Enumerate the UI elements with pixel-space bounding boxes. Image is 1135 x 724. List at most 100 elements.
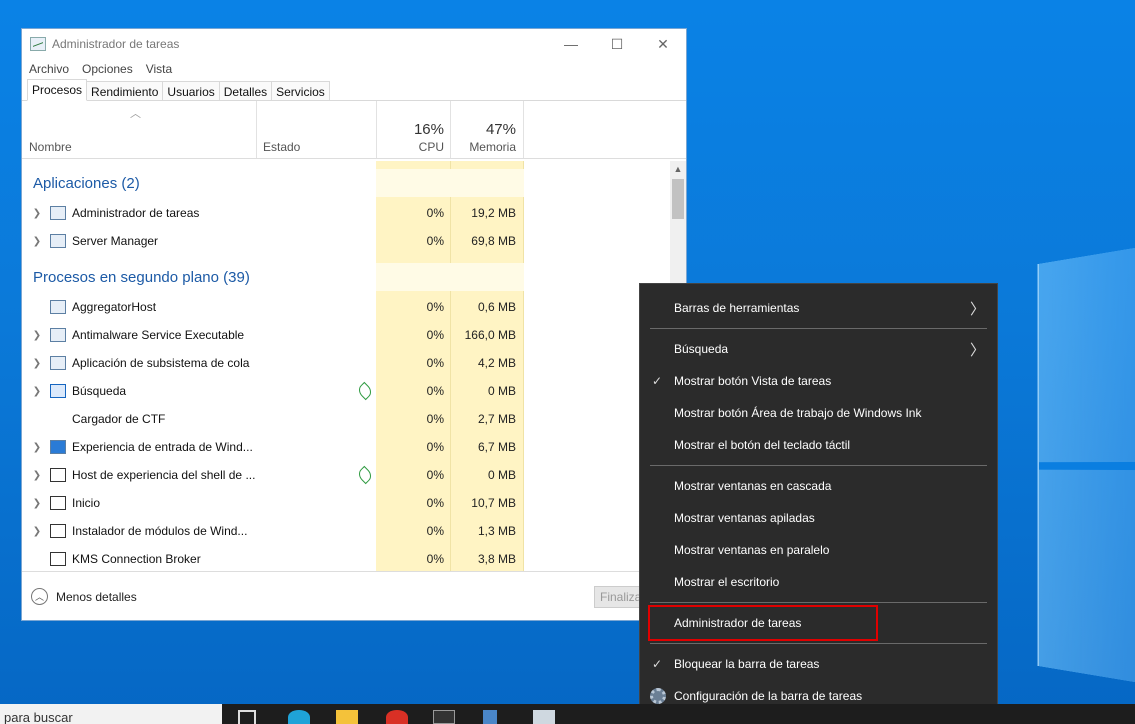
edge-icon[interactable] xyxy=(288,710,310,724)
expand-icon[interactable]: ❯ xyxy=(30,208,44,219)
menu-item-show-ink[interactable]: Mostrar botón Área de trabajo de Windows… xyxy=(640,397,997,429)
task-manager-icon xyxy=(30,37,46,51)
process-name: Host de experiencia del shell de ... xyxy=(72,468,255,482)
tab-servicios[interactable]: Servicios xyxy=(271,81,330,100)
printer-icon xyxy=(50,356,66,370)
table-row[interactable]: ❯ Instalador de módulos de Wind... 0% 1,… xyxy=(22,517,670,545)
process-window-icon xyxy=(50,552,66,566)
menu-vista[interactable]: Vista xyxy=(146,62,172,76)
tab-usuarios[interactable]: Usuarios xyxy=(162,81,219,100)
expand-icon[interactable]: ❯ xyxy=(30,498,44,509)
expand-icon[interactable]: ❯ xyxy=(30,330,44,341)
process-name: Administrador de tareas xyxy=(72,206,199,220)
expand-icon[interactable]: ❯ xyxy=(30,358,44,369)
menu-bar: Archivo Opciones Vista xyxy=(22,59,686,79)
table-row[interactable]: AggregatorHost 0% 0,6 MB xyxy=(22,293,670,321)
taskbar-search-box[interactable]: para buscar xyxy=(0,704,222,724)
table-row[interactable]: ❯ Búsqueda 0% 0 MB xyxy=(22,377,670,405)
maximize-button[interactable]: ☐ xyxy=(594,29,640,59)
chevron-right-icon: 〉 xyxy=(970,298,985,319)
title-bar[interactable]: Administrador de tareas — ☐ ✕ xyxy=(22,29,686,59)
column-header: ︿ Nombre Estado 16% CPU 47% Memoria xyxy=(22,101,686,159)
table-row[interactable]: ❯ Administrador de tareas 0% 19,2 MB xyxy=(22,199,670,227)
column-memory[interactable]: Memoria xyxy=(450,140,516,154)
pen-icon xyxy=(50,412,66,426)
process-cpu: 0% xyxy=(376,206,444,220)
menu-opciones[interactable]: Opciones xyxy=(82,62,133,76)
fewer-details-link[interactable]: Menos detalles xyxy=(56,590,137,604)
menu-item-label: Mostrar ventanas en cascada xyxy=(674,479,831,493)
menu-item-toolbars[interactable]: Barras de herramientas 〉 xyxy=(640,292,997,324)
cpu-total: 16% xyxy=(376,121,444,138)
table-row[interactable]: ❯ Inicio 0% 10,7 MB xyxy=(22,489,670,517)
menu-item-show-task-view[interactable]: ✓ Mostrar botón Vista de tareas xyxy=(640,365,997,397)
process-cpu: 0% xyxy=(376,468,444,482)
menu-item-search[interactable]: Búsqueda 〉 xyxy=(640,333,997,365)
menu-archivo[interactable]: Archivo xyxy=(29,62,69,76)
checkmark-icon: ✓ xyxy=(652,657,662,671)
task-view-icon[interactable] xyxy=(238,710,256,724)
minimize-button[interactable]: — xyxy=(548,29,594,59)
table-row[interactable]: ❯ Aplicación de subsistema de cola 0% 4,… xyxy=(22,349,670,377)
server-manager-icon[interactable] xyxy=(483,710,497,724)
table-row[interactable]: ❯ Host de experiencia del shell de ... 0… xyxy=(22,461,670,489)
column-cpu[interactable]: CPU xyxy=(376,140,444,154)
efficiency-leaf-icon xyxy=(356,466,374,484)
expand-icon[interactable]: ❯ xyxy=(30,442,44,453)
chevron-up-icon[interactable]: ︿ xyxy=(31,588,48,605)
menu-item-cascade[interactable]: Mostrar ventanas en cascada xyxy=(640,470,997,502)
menu-item-show-keyboard[interactable]: Mostrar el botón del teclado táctil xyxy=(640,429,997,461)
menu-item-label: Búsqueda xyxy=(674,342,728,356)
scroll-thumb[interactable] xyxy=(672,179,684,219)
close-button[interactable]: ✕ xyxy=(640,29,686,59)
tab-detalles[interactable]: Detalles xyxy=(219,81,272,100)
chrome-icon[interactable] xyxy=(386,710,408,724)
column-status[interactable]: Estado xyxy=(263,140,300,154)
process-name: Server Manager xyxy=(72,234,158,248)
process-name: AggregatorHost xyxy=(72,300,156,314)
group-apps[interactable]: Aplicaciones (2) xyxy=(22,169,670,197)
process-cpu: 0% xyxy=(376,496,444,510)
column-name[interactable]: Nombre xyxy=(29,140,72,154)
process-memory: 3,8 MB xyxy=(450,552,516,566)
sort-ascending-icon: ︿ xyxy=(130,105,141,121)
menu-item-label: Configuración de la barra de tareas xyxy=(674,689,862,703)
process-memory: 19,2 MB xyxy=(450,206,516,220)
process-name: Cargador de CTF xyxy=(72,412,165,426)
table-row[interactable]: ❯ Antimalware Service Executable 0% 166,… xyxy=(22,321,670,349)
menu-item-side-by-side[interactable]: Mostrar ventanas en paralelo xyxy=(640,534,997,566)
expand-icon[interactable]: ❯ xyxy=(30,236,44,247)
table-row[interactable]: KMS Connection Broker 0% 3,8 MB xyxy=(22,545,670,571)
group-background[interactable]: Procesos en segundo plano (39) xyxy=(22,263,670,291)
file-explorer-icon[interactable] xyxy=(336,710,358,724)
tab-procesos[interactable]: Procesos xyxy=(27,79,87,101)
process-cpu: 0% xyxy=(376,412,444,426)
expand-icon[interactable]: ❯ xyxy=(30,526,44,537)
search-icon xyxy=(50,384,66,398)
server-manager-icon xyxy=(50,234,66,248)
menu-item-label: Mostrar botón Vista de tareas xyxy=(674,374,831,388)
terminal-icon[interactable] xyxy=(433,710,455,724)
process-memory: 6,7 MB xyxy=(450,440,516,454)
table-row[interactable]: ❯ Server Manager 0% 69,8 MB xyxy=(22,227,670,255)
menu-item-stacked[interactable]: Mostrar ventanas apiladas xyxy=(640,502,997,534)
process-window-icon xyxy=(50,524,66,538)
process-name: Inicio xyxy=(72,496,100,510)
menu-item-show-desktop[interactable]: Mostrar el escritorio xyxy=(640,566,997,598)
process-name: KMS Connection Broker xyxy=(72,552,201,566)
table-row[interactable]: ❯ Experiencia de entrada de Wind... 0% 6… xyxy=(22,433,670,461)
task-manager-icon[interactable] xyxy=(533,710,555,724)
scroll-up-icon[interactable]: ▲ xyxy=(670,161,686,177)
process-cpu: 0% xyxy=(376,356,444,370)
process-cpu: 0% xyxy=(376,552,444,566)
tab-strip: Procesos Rendimiento Usuarios Detalles S… xyxy=(22,79,686,101)
menu-item-label: Barras de herramientas xyxy=(674,301,799,315)
expand-icon[interactable]: ❯ xyxy=(30,470,44,481)
menu-item-lock-taskbar[interactable]: ✓ Bloquear la barra de tareas xyxy=(640,648,997,680)
checkmark-icon: ✓ xyxy=(652,374,662,388)
process-window-icon xyxy=(50,328,66,342)
tab-rendimiento[interactable]: Rendimiento xyxy=(86,81,163,100)
table-row[interactable]: Cargador de CTF 0% 2,7 MB xyxy=(22,405,670,433)
expand-icon[interactable]: ❯ xyxy=(30,386,44,397)
menu-item-label: Mostrar ventanas en paralelo xyxy=(674,543,829,557)
